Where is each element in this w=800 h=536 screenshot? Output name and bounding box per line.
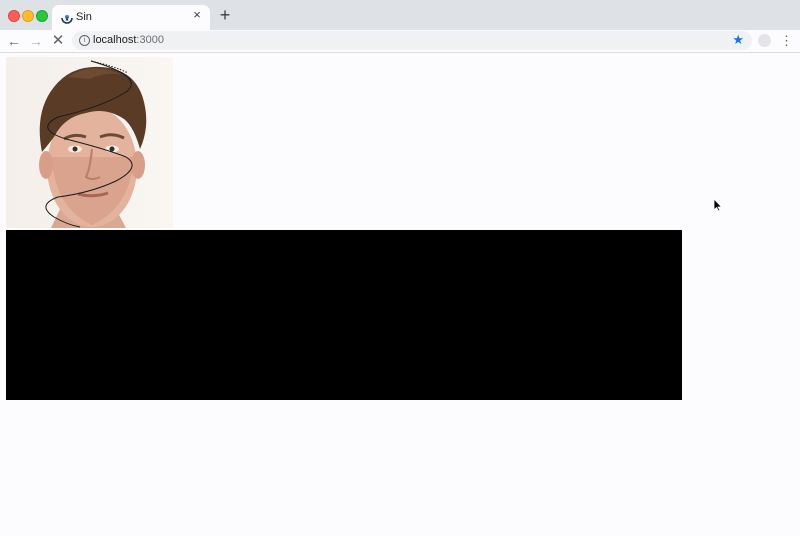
back-button[interactable]: ← <box>5 32 23 50</box>
info-icon[interactable]: i <box>79 35 90 46</box>
url-port: :3000 <box>136 34 164 46</box>
url-host: localhost <box>93 34 137 46</box>
mouse-cursor-icon <box>713 197 723 212</box>
tab-sin[interactable]: Sin × <box>52 5 210 30</box>
tab-strip: Sin × + <box>0 0 800 30</box>
profile-avatar[interactable] <box>758 34 771 47</box>
close-window-button[interactable] <box>8 10 20 22</box>
address-bar[interactable]: i localhost:3000 ★ <box>72 31 752 50</box>
minimize-window-button[interactable] <box>22 10 34 22</box>
bookmark-star-icon[interactable]: ★ <box>732 32 744 48</box>
page-viewport <box>0 53 800 536</box>
browser-toolbar: ← → ✕ i localhost:3000 ★ ⋮ <box>0 30 800 53</box>
new-tab-button[interactable]: + <box>217 6 233 24</box>
react-icon <box>60 11 74 25</box>
stop-loading-button[interactable]: ✕ <box>49 32 67 50</box>
url-text[interactable]: localhost:3000 <box>93 34 164 46</box>
maximize-window-button[interactable] <box>36 10 48 22</box>
menu-icon[interactable]: ⋮ <box>780 32 793 50</box>
tab-title: Sin <box>76 11 92 23</box>
black-canvas-block <box>6 230 682 400</box>
close-tab-icon[interactable]: × <box>190 8 204 22</box>
webcam-face-image <box>6 57 173 228</box>
forward-button[interactable]: → <box>27 32 45 50</box>
